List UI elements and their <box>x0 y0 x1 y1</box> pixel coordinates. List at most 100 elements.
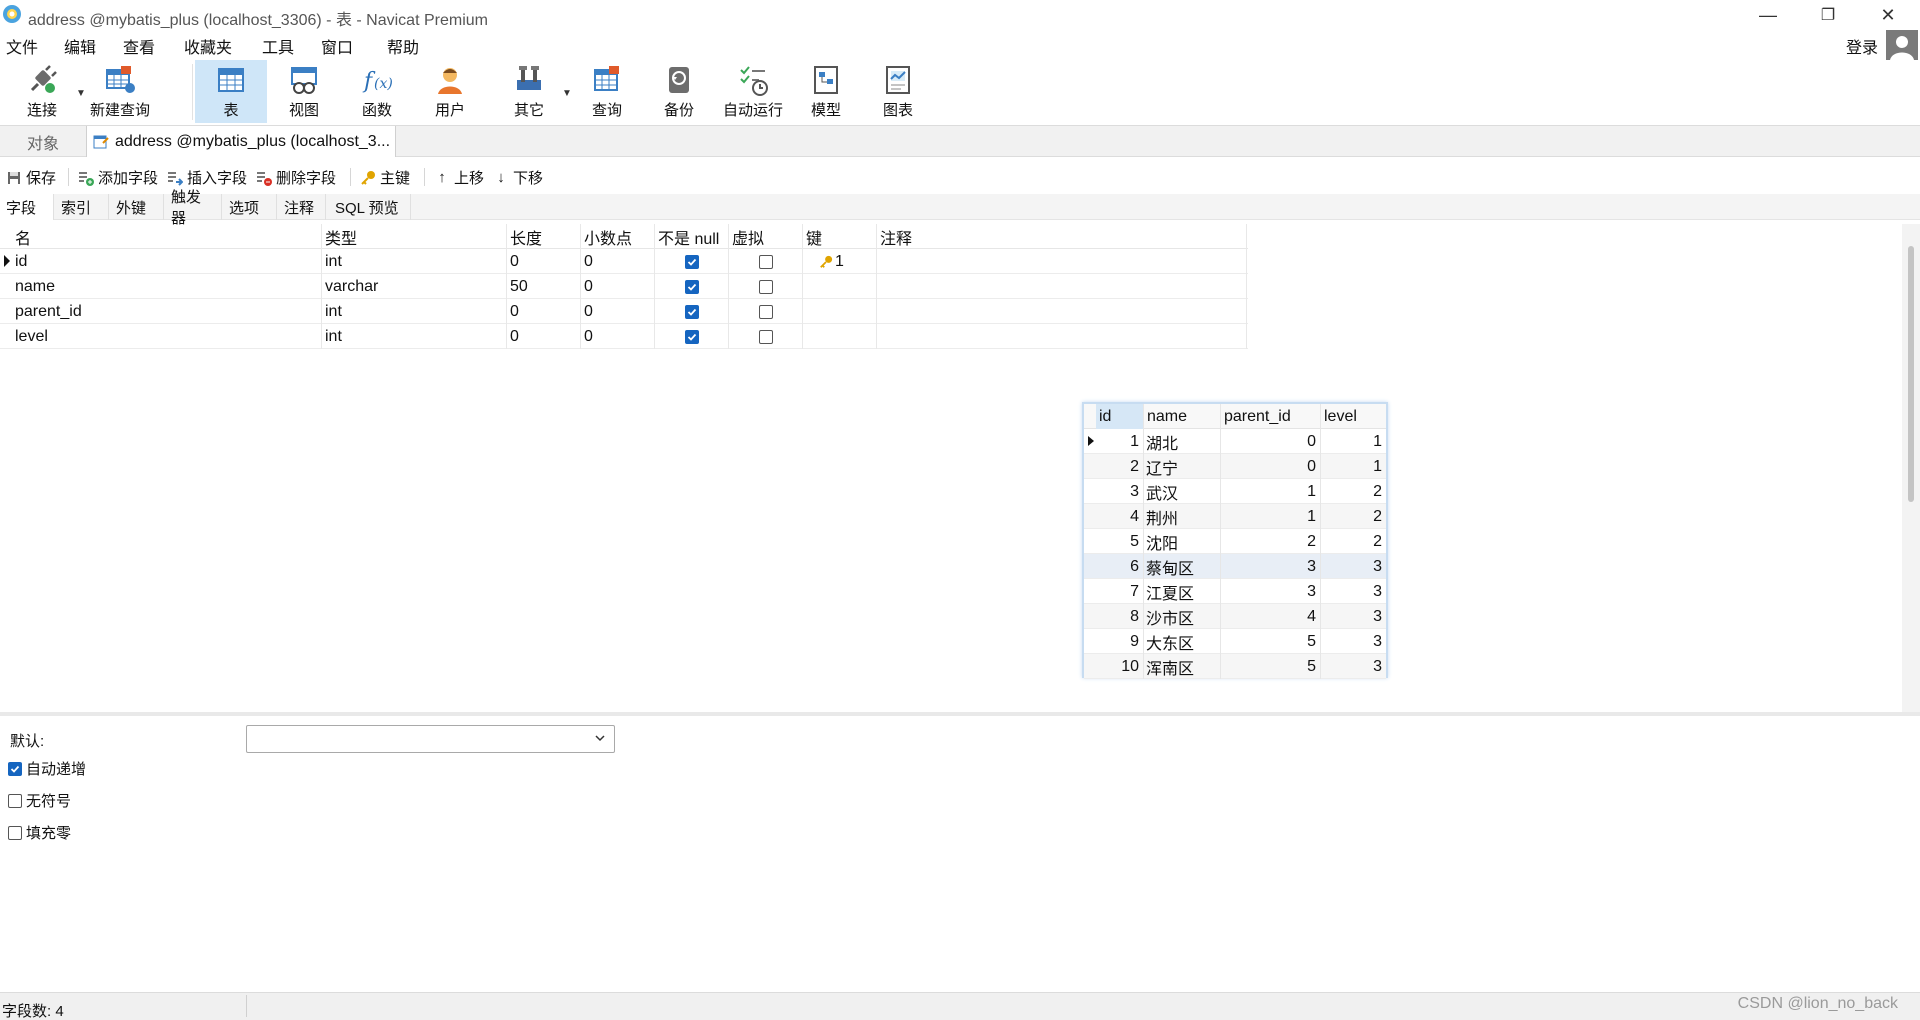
data-cell-parent-id[interactable]: 1 <box>1221 479 1321 504</box>
data-cell-name[interactable]: 蔡甸区 <box>1144 554 1221 579</box>
field-type[interactable]: varchar <box>322 274 507 299</box>
col-header-type[interactable]: 类型 <box>322 224 507 249</box>
data-table-row[interactable]: 1 湖北 0 1 <box>1084 429 1386 454</box>
not-null-checkbox[interactable] <box>684 304 699 319</box>
data-cell-name[interactable]: 大东区 <box>1144 629 1221 654</box>
data-cell-name[interactable]: 沙市区 <box>1144 604 1221 629</box>
table-button[interactable]: 表 <box>195 60 267 123</box>
virtual-checkbox[interactable] <box>758 304 773 319</box>
data-cell-parent-id[interactable]: 1 <box>1221 504 1321 529</box>
data-col-header-level[interactable]: level <box>1321 404 1386 429</box>
scrollbar-thumb[interactable] <box>1908 246 1914 502</box>
save-button[interactable]: 保存 <box>6 167 56 188</box>
data-cell-id[interactable]: 10 <box>1096 654 1144 679</box>
field-comment[interactable] <box>877 324 1247 349</box>
tab-foreign-keys[interactable]: 外键 <box>110 194 164 220</box>
field-length[interactable]: 0 <box>507 249 581 274</box>
col-header-not-null[interactable]: 不是 null <box>655 224 729 249</box>
backup-button[interactable]: 备份 <box>643 60 715 123</box>
function-button[interactable]: f (x) 函数 <box>341 60 413 123</box>
data-cell-level[interactable]: 1 <box>1321 429 1386 454</box>
data-cell-parent-id[interactable]: 0 <box>1221 454 1321 479</box>
tab-fields[interactable]: 字段 <box>0 194 54 220</box>
col-header-comment[interactable]: 注释 <box>877 224 1247 249</box>
data-cell-parent-id[interactable]: 0 <box>1221 429 1321 454</box>
menu-file[interactable]: 文件 <box>6 34 38 58</box>
data-cell-id[interactable]: 2 <box>1096 454 1144 479</box>
data-table-row[interactable]: 6 蔡甸区 3 3 <box>1084 554 1386 579</box>
restore-button[interactable]: ❐ <box>1798 0 1858 30</box>
field-length[interactable]: 0 <box>507 324 581 349</box>
field-decimals[interactable]: 0 <box>581 249 655 274</box>
move-down-button[interactable]: ↓ 下移 <box>493 167 543 188</box>
data-table-row[interactable]: 5 沈阳 2 2 <box>1084 529 1386 554</box>
field-key[interactable] <box>803 299 877 324</box>
data-cell-id[interactable]: 3 <box>1096 479 1144 504</box>
data-cell-level[interactable]: 3 <box>1321 554 1386 579</box>
field-type[interactable]: int <box>322 249 507 274</box>
not-null-checkbox[interactable] <box>684 329 699 344</box>
data-cell-id[interactable]: 5 <box>1096 529 1144 554</box>
field-length[interactable]: 0 <box>507 299 581 324</box>
connect-button[interactable]: 连接 <box>6 60 78 123</box>
vertical-scrollbar[interactable] <box>1902 224 1920 712</box>
field-key-cell[interactable]: 1 <box>803 249 877 274</box>
menu-favorites[interactable]: 收藏夹 <box>184 34 232 58</box>
auto-increment-checkbox[interactable] <box>8 761 22 776</box>
data-table-row[interactable]: 9 大东区 5 3 <box>1084 629 1386 654</box>
data-cell-level[interactable]: 2 <box>1321 504 1386 529</box>
data-cell-level[interactable]: 2 <box>1321 479 1386 504</box>
data-cell-id[interactable]: 1 <box>1096 429 1144 454</box>
virtual-checkbox[interactable] <box>758 329 773 344</box>
field-comment[interactable] <box>877 274 1247 299</box>
data-cell-level[interactable]: 3 <box>1321 629 1386 654</box>
field-name[interactable]: name <box>12 274 322 299</box>
insert-field-button[interactable]: 插入字段 <box>167 167 247 188</box>
col-header-decimals[interactable]: 小数点 <box>581 224 655 249</box>
data-cell-level[interactable]: 3 <box>1321 579 1386 604</box>
data-cell-id[interactable]: 6 <box>1096 554 1144 579</box>
query-button[interactable]: 查询 <box>571 60 643 123</box>
login-link[interactable]: 登录 <box>1846 34 1878 58</box>
col-header-name[interactable]: 名 <box>12 224 322 249</box>
field-decimals[interactable]: 0 <box>581 299 655 324</box>
data-cell-name[interactable]: 湖北 <box>1144 429 1221 454</box>
view-button[interactable]: 视图 <box>268 60 340 123</box>
data-cell-parent-id[interactable]: 3 <box>1221 554 1321 579</box>
field-key[interactable] <box>803 274 877 299</box>
menu-view[interactable]: 查看 <box>123 34 155 58</box>
data-col-header-parent-id[interactable]: parent_id <box>1221 404 1321 429</box>
primary-key-button[interactable]: 主键 <box>360 167 410 188</box>
virtual-checkbox[interactable] <box>758 254 773 269</box>
unsigned-option[interactable]: 无符号 <box>8 790 71 811</box>
data-cell-id[interactable]: 7 <box>1096 579 1144 604</box>
field-key[interactable] <box>803 324 877 349</box>
menu-help[interactable]: 帮助 <box>387 34 419 58</box>
data-cell-parent-id[interactable]: 3 <box>1221 579 1321 604</box>
data-table-row[interactable]: 8 沙市区 4 3 <box>1084 604 1386 629</box>
menu-window[interactable]: 窗口 <box>321 34 353 58</box>
data-col-header-id[interactable]: id <box>1096 404 1144 429</box>
model-button[interactable]: 模型 <box>790 60 862 123</box>
virtual-checkbox[interactable] <box>758 279 773 294</box>
menu-edit[interactable]: 编辑 <box>64 34 96 58</box>
col-header-virtual[interactable]: 虚拟 <box>729 224 803 249</box>
data-cell-id[interactable]: 9 <box>1096 629 1144 654</box>
unsigned-checkbox[interactable] <box>8 793 22 808</box>
data-table-row[interactable]: 10 浑南区 5 3 <box>1084 654 1386 679</box>
data-cell-name[interactable]: 浑南区 <box>1144 654 1221 679</box>
field-comment[interactable] <box>877 299 1247 324</box>
tab-sql-preview[interactable]: SQL 预览 <box>329 194 411 220</box>
tab-options[interactable]: 选项 <box>223 194 277 220</box>
field-comment[interactable] <box>877 249 1247 274</box>
data-cell-level[interactable]: 1 <box>1321 454 1386 479</box>
tab-indexes[interactable]: 索引 <box>55 194 109 220</box>
field-row[interactable]: id int 0 0 1 <box>0 249 1248 274</box>
menu-tools[interactable]: 工具 <box>262 34 294 58</box>
other-button[interactable]: 其它 <box>493 60 565 123</box>
col-header-length[interactable]: 长度 <box>507 224 581 249</box>
data-cell-name[interactable]: 沈阳 <box>1144 529 1221 554</box>
col-header-key[interactable]: 键 <box>803 224 877 249</box>
data-cell-name[interactable]: 武汉 <box>1144 479 1221 504</box>
default-value-select[interactable] <box>246 725 615 753</box>
